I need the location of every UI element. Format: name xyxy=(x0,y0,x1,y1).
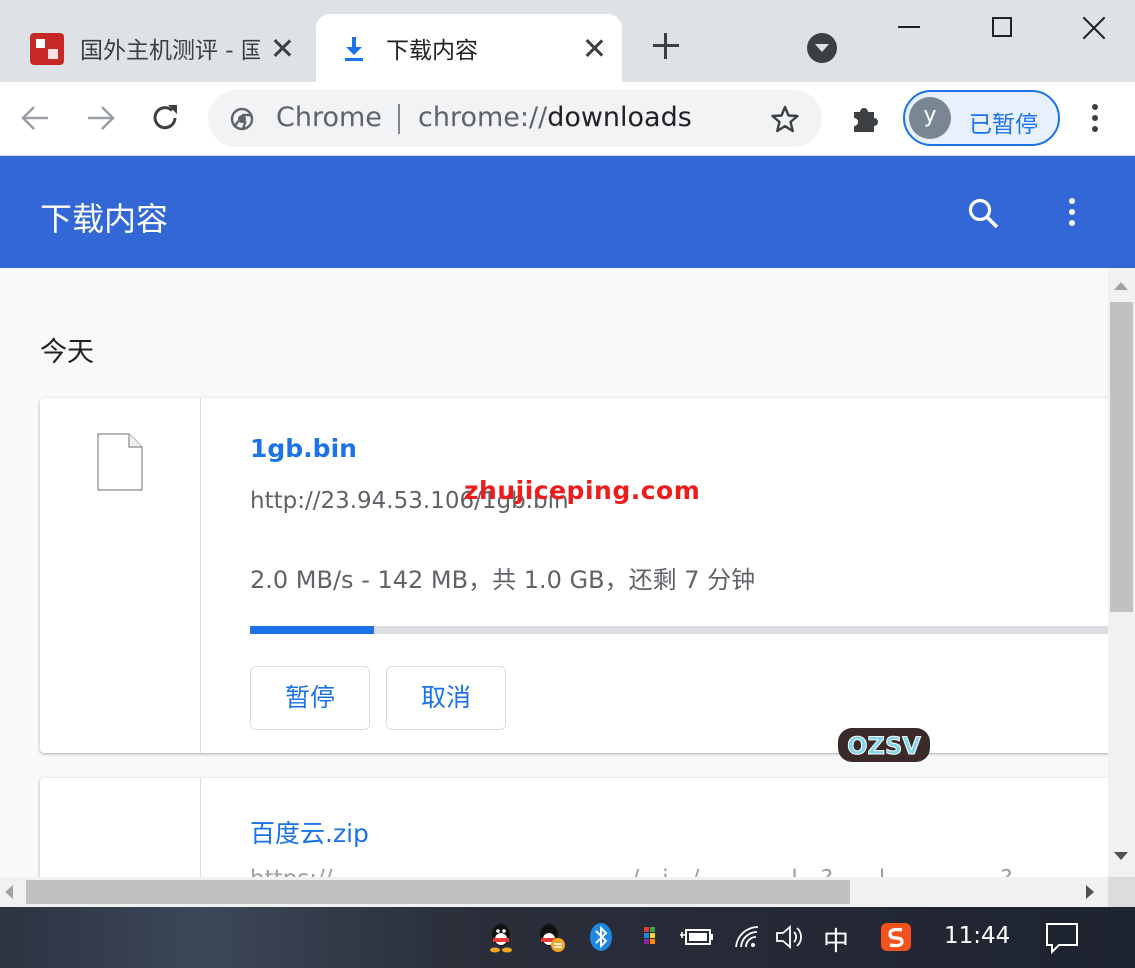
page-title: 下载内容 xyxy=(40,200,169,238)
star-icon[interactable] xyxy=(770,104,800,134)
watermark-text: zhujiceping.com xyxy=(464,476,701,505)
ozsv-sticker-logo: OZSV xyxy=(838,728,930,762)
tab-downloads[interactable]: 下载内容 xyxy=(316,14,622,82)
plus-icon[interactable] xyxy=(650,30,682,62)
window-close-button[interactable] xyxy=(1082,16,1106,40)
forward-arrow-icon[interactable] xyxy=(84,101,118,135)
scroll-left-icon[interactable] xyxy=(5,885,13,899)
color-grid-icon[interactable] xyxy=(636,921,666,953)
qq-message-icon[interactable] xyxy=(536,921,566,953)
url-text[interactable]: chrome://downloads xyxy=(418,102,692,133)
search-icon[interactable] xyxy=(964,194,1004,234)
sogou-icon[interactable] xyxy=(880,921,912,953)
scroll-thumb[interactable] xyxy=(1110,302,1133,612)
file-source-url[interactable]: https://…………………………………/…i…/…………l…?……l…………… xyxy=(250,866,1036,877)
kebab-menu-icon[interactable] xyxy=(1058,194,1086,234)
url-scheme: chrome:// xyxy=(418,102,548,133)
chrome-logo-icon xyxy=(230,107,254,131)
windows-taskbar: 中 11:44 xyxy=(0,907,1135,968)
bluetooth-icon[interactable] xyxy=(586,921,616,953)
vertical-scrollbar[interactable] xyxy=(1108,268,1135,877)
tab-search-icon[interactable] xyxy=(807,33,837,63)
puzzle-icon[interactable] xyxy=(848,100,884,136)
clock[interactable]: 11:44 xyxy=(944,923,1010,949)
tab-strip: 国外主机测评 - 国 下载内容 xyxy=(0,0,1135,82)
notification-icon[interactable] xyxy=(1045,921,1079,955)
url-host: downloads xyxy=(547,102,692,133)
kebab-menu-icon[interactable] xyxy=(1082,100,1110,136)
scroll-right-icon[interactable] xyxy=(1086,885,1094,899)
site-chip-label: Chrome xyxy=(276,102,382,133)
scroll-thumb[interactable] xyxy=(26,880,850,904)
omnibox-divider xyxy=(398,104,400,134)
download-progress-bar xyxy=(250,626,1108,634)
file-name-link[interactable]: 1gb.bin xyxy=(250,434,357,463)
back-arrow-icon[interactable] xyxy=(18,101,52,135)
site-favicon-icon xyxy=(30,33,64,65)
avatar: y xyxy=(909,97,951,139)
minimize-button[interactable] xyxy=(898,26,920,28)
horizontal-scrollbar[interactable] xyxy=(0,877,1108,907)
download-icon xyxy=(345,37,363,61)
profile-status: 已暂停 xyxy=(969,112,1038,138)
download-status: 2.0 MB/s - 142 MB，共 1.0 GB，还剩 7 分钟 xyxy=(250,566,756,594)
browser-toolbar: Chrome chrome://downloads y 已暂停 xyxy=(0,82,1135,156)
downloads-list: 今天 1gb.bin http://23.94.53.106/1gb.bin 2… xyxy=(0,268,1108,877)
address-bar[interactable]: Chrome chrome://downloads xyxy=(208,90,822,147)
file-icon xyxy=(97,433,143,491)
tab-title: 下载内容 xyxy=(386,38,478,64)
profile-button[interactable]: y 已暂停 xyxy=(903,90,1060,146)
svg-text:OZSV: OZSV xyxy=(847,732,921,760)
file-name-link[interactable]: 百度云.zip xyxy=(250,814,369,850)
close-icon[interactable] xyxy=(582,36,606,60)
ime-indicator[interactable]: 中 xyxy=(823,921,849,958)
scroll-corner xyxy=(1108,877,1135,907)
progress-fill xyxy=(250,626,374,634)
tab-zhujiceping[interactable]: 国外主机测评 - 国 xyxy=(18,14,310,82)
cancel-button[interactable]: 取消 xyxy=(386,666,506,730)
wifi-icon[interactable] xyxy=(732,921,762,953)
reload-icon[interactable] xyxy=(148,101,182,135)
card-divider xyxy=(200,398,201,753)
battery-icon[interactable] xyxy=(678,921,714,953)
download-item: 百度云.zip https://…………………………………/…i…/…………l…… xyxy=(40,778,1108,877)
downloads-header: 下载内容 xyxy=(0,156,1135,268)
scroll-up-icon[interactable] xyxy=(1114,282,1128,290)
pause-button[interactable]: 暂停 xyxy=(250,666,370,730)
card-divider xyxy=(200,778,201,877)
section-date-heading: 今天 xyxy=(40,337,94,368)
volume-icon[interactable] xyxy=(774,921,804,953)
download-item: 1gb.bin http://23.94.53.106/1gb.bin 2.0 … xyxy=(40,398,1108,753)
close-icon[interactable] xyxy=(270,36,294,60)
scroll-down-icon[interactable] xyxy=(1114,852,1128,860)
tab-title: 国外主机测评 - 国 xyxy=(80,38,260,64)
maximize-button[interactable] xyxy=(992,17,1012,37)
qq-icon[interactable] xyxy=(486,921,516,953)
